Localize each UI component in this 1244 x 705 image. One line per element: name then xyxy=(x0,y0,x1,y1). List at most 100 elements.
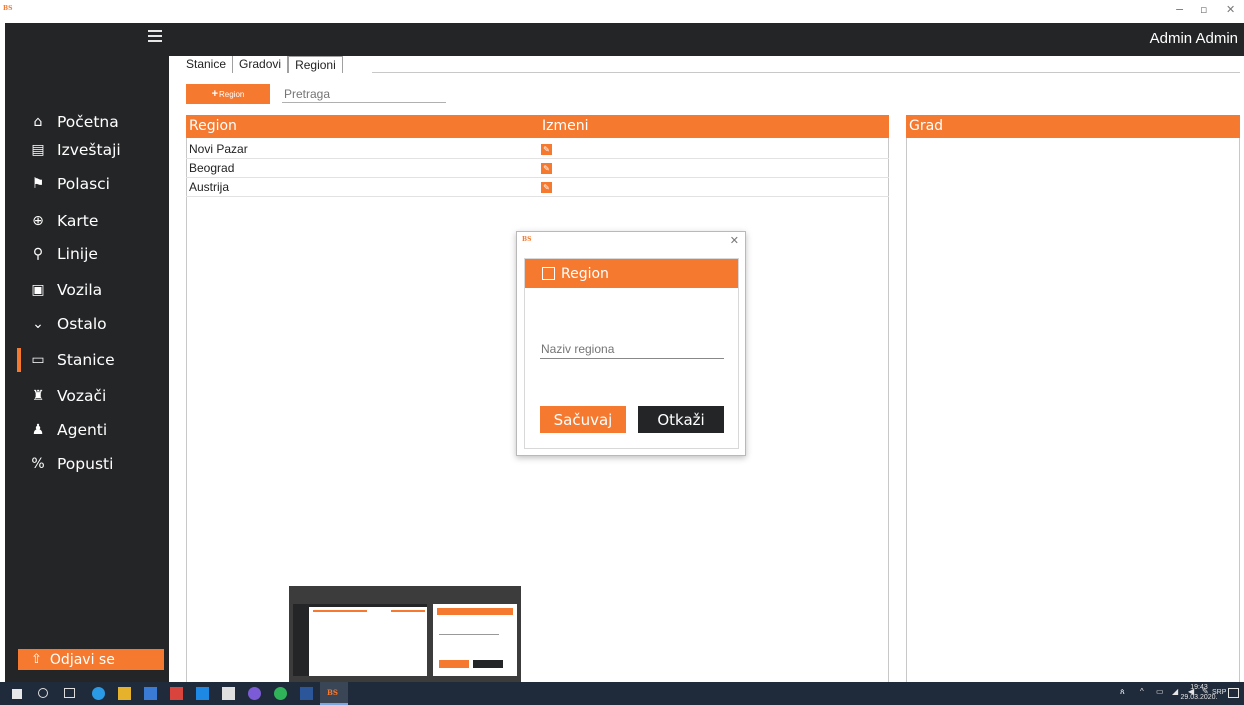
chevron-up-icon[interactable]: ^ xyxy=(1140,687,1144,696)
sidebar-item-label: Početna xyxy=(57,113,119,131)
column-header-region[interactable]: Region xyxy=(189,118,237,134)
active-indicator xyxy=(17,348,21,372)
task-view-icon[interactable] xyxy=(64,688,75,698)
grad-panel xyxy=(906,138,1240,682)
search-input[interactable] xyxy=(282,85,446,103)
file-explorer-icon[interactable] xyxy=(118,687,131,700)
edit-icon[interactable]: ✎ xyxy=(541,163,552,174)
table-row[interactable]: Novi Pazar ✎ xyxy=(186,140,889,159)
top-bar: Admin Admin xyxy=(169,23,1244,56)
grad-panel-header: Grad xyxy=(906,115,1240,138)
start-icon[interactable] xyxy=(12,689,22,699)
ticket-icon: ⊕ xyxy=(32,213,44,229)
plus-icon: + xyxy=(211,88,219,100)
percent-icon: % xyxy=(31,456,45,472)
grad-header-label: Grad xyxy=(909,118,944,134)
add-region-label: Region xyxy=(219,89,245,99)
table-row[interactable]: Austrija ✎ xyxy=(186,178,889,197)
sidebar-item-izvestaji[interactable]: ▤ Izveštaji xyxy=(5,135,169,165)
tab-divider xyxy=(372,72,1240,73)
sidebar: ⌂ Početna ▤ Izveštaji ⚑ Polasci ⊕ Karte … xyxy=(5,23,169,682)
windows-taskbar: BS ጰ ^ ▭ ◢ ◀ ✎ SRP xyxy=(0,682,1244,705)
app-logo: BS xyxy=(3,5,13,12)
tab-regioni[interactable]: Regioni xyxy=(288,56,343,73)
sidebar-item-label: Vozači xyxy=(57,387,107,405)
agent-icon: ♟ xyxy=(31,422,45,438)
app-taskbar-button[interactable]: BS xyxy=(320,682,348,705)
tab-strip: Stanice Gradovi Regioni xyxy=(180,56,343,73)
clock-date: 29.03.2020. xyxy=(1180,694,1218,701)
sidebar-item-label: Agenti xyxy=(57,421,108,439)
region-name-input[interactable] xyxy=(540,339,724,359)
add-region-button[interactable]: + Region xyxy=(186,84,270,104)
edit-icon[interactable]: ✎ xyxy=(541,144,552,155)
chrome-icon[interactable] xyxy=(274,687,287,700)
viber-icon[interactable] xyxy=(248,687,261,700)
regions-table-header: Region Izmeni xyxy=(186,115,889,138)
sidebar-item-label: Polasci xyxy=(57,175,110,193)
user-name[interactable]: Admin Admin xyxy=(1150,30,1238,47)
dialog-close-icon[interactable]: ✕ xyxy=(730,234,739,247)
tab-stanice[interactable]: Stanice xyxy=(180,56,234,73)
chevron-down-icon: ⌄ xyxy=(32,316,44,332)
search-icon[interactable] xyxy=(38,688,48,698)
people-icon[interactable]: ጰ xyxy=(1120,687,1125,697)
store-icon[interactable] xyxy=(144,687,157,700)
report-icon: ▤ xyxy=(31,142,45,158)
sidebar-item-popusti[interactable]: % Popusti xyxy=(5,449,169,479)
mail-icon[interactable] xyxy=(196,687,209,700)
clock[interactable]: 19:43 29.03.2020. xyxy=(1176,683,1222,705)
region-cell: Beograd xyxy=(189,161,235,175)
edge-icon[interactable] xyxy=(92,687,105,700)
minimize-button[interactable]: − xyxy=(1175,3,1184,16)
edit-icon[interactable]: ✎ xyxy=(541,182,552,193)
camera-icon[interactable] xyxy=(222,687,235,700)
sidebar-item-ostalo[interactable]: ⌄ Ostalo xyxy=(5,309,169,339)
window-titlebar: BS − ▫ ✕ xyxy=(0,0,1244,23)
column-header-izmeni[interactable]: Izmeni xyxy=(542,118,589,134)
home-icon: ⌂ xyxy=(33,114,43,130)
station-icon: ▭ xyxy=(31,352,45,368)
taskbar-preview[interactable] xyxy=(289,586,521,682)
save-button[interactable]: Sačuvaj xyxy=(540,406,626,433)
route-icon: ⚲ xyxy=(32,246,44,262)
dialog-title: Region xyxy=(561,265,609,282)
logout-label: Odjavi se xyxy=(49,651,115,668)
maximize-button[interactable]: ▫ xyxy=(1200,3,1207,16)
cancel-button[interactable]: Otkaži xyxy=(638,406,724,433)
sidebar-item-vozaci[interactable]: ♜ Vozači xyxy=(5,381,169,411)
preview-main-window[interactable] xyxy=(293,604,427,676)
logout-button[interactable]: ⇧ Odjavi se xyxy=(18,649,164,670)
menu-icon[interactable] xyxy=(148,30,162,42)
sidebar-item-label: Popusti xyxy=(57,455,114,473)
logout-icon: ⇧ xyxy=(31,652,42,667)
sidebar-item-vozila[interactable]: ▣ Vozila xyxy=(5,275,169,305)
sidebar-item-stanice[interactable]: ▭ Stanice xyxy=(5,345,169,375)
region-cell: Novi Pazar xyxy=(189,142,248,156)
dialog-logo: BS xyxy=(522,236,532,243)
tab-gradovi[interactable]: Gradovi xyxy=(233,56,289,73)
bus-icon: ▣ xyxy=(31,282,45,298)
sidebar-item-karte[interactable]: ⊕ Karte xyxy=(5,206,169,236)
sidebar-item-agenti[interactable]: ♟ Agenti xyxy=(5,415,169,445)
battery-icon[interactable]: ▭ xyxy=(1156,687,1164,696)
driver-icon: ♜ xyxy=(31,388,45,404)
sidebar-item-label: Linije xyxy=(57,245,98,263)
departures-icon: ⚑ xyxy=(31,176,45,192)
region-cell: Austrija xyxy=(189,180,230,194)
word-icon[interactable] xyxy=(300,687,313,700)
dialog-body: Region Sačuvaj Otkaži xyxy=(524,258,739,449)
close-button[interactable]: ✕ xyxy=(1226,3,1235,16)
sidebar-item-polasci[interactable]: ⚑ Polasci xyxy=(5,169,169,199)
table-row[interactable]: Beograd ✎ xyxy=(186,159,889,178)
sidebar-item-label: Ostalo xyxy=(57,315,107,333)
sidebar-item-pocetna[interactable]: ⌂ Početna xyxy=(5,107,169,137)
clock-time: 19:43 xyxy=(1190,684,1208,691)
notification-icon[interactable] xyxy=(1228,688,1239,698)
dialog-header: Region xyxy=(525,259,738,288)
region-dialog: BS ✕ Region Sačuvaj Otkaži xyxy=(516,231,746,456)
preview-dialog-window[interactable] xyxy=(433,604,517,676)
sidebar-item-linije[interactable]: ⚲ Linije xyxy=(5,239,169,269)
sidebar-item-label: Karte xyxy=(57,212,99,230)
gift-icon[interactable] xyxy=(170,687,183,700)
